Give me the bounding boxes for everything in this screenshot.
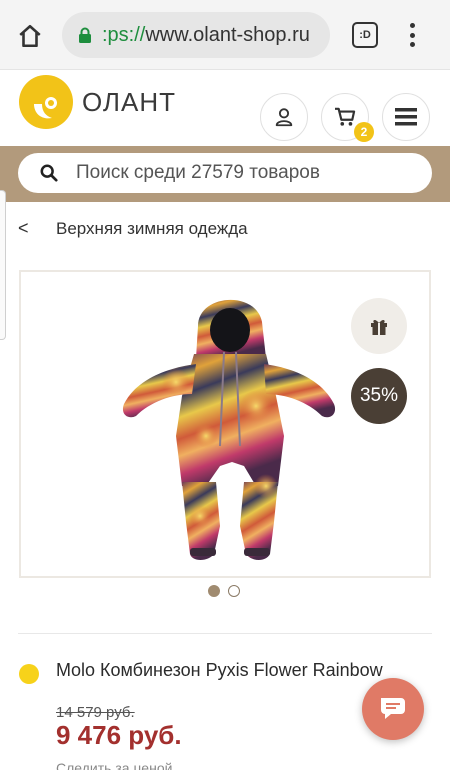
gift-icon	[371, 319, 387, 335]
url-scheme: :ps://	[102, 23, 146, 46]
url-text: :ps://www.olant-shop.ru	[102, 24, 310, 47]
chat-button[interactable]	[362, 678, 424, 740]
edge-handle[interactable]	[0, 190, 6, 340]
product-image[interactable]	[116, 286, 341, 568]
product-gallery[interactable]: 35%	[19, 270, 431, 578]
cart-icon	[335, 107, 356, 126]
page: :ps://www.olant-shop.ru :D ОЛАНТ 2 Поиск…	[0, 0, 450, 770]
watch-price-link[interactable]: Следить за ценой	[56, 760, 172, 770]
back-link[interactable]: <	[18, 218, 38, 239]
breadcrumb-category[interactable]: Верхняя зимняя одежда	[56, 219, 248, 239]
tab-switcher-button[interactable]: :D	[352, 22, 378, 48]
gallery-dot[interactable]	[208, 585, 220, 597]
search-box[interactable]	[18, 153, 432, 193]
account-button[interactable]	[260, 93, 308, 141]
search-icon[interactable]	[40, 164, 58, 182]
logo-text: ОЛАНТ	[82, 86, 176, 117]
search-input[interactable]	[76, 162, 396, 184]
search-band	[0, 146, 450, 202]
logo-mark-icon	[19, 75, 73, 129]
product-title: Molo Комбинезон Pyxis Flower Rainbow	[56, 660, 383, 680]
discount-badge: 35%	[351, 368, 407, 424]
old-price: 14 579 руб.	[56, 704, 135, 721]
current-price: 9 476 руб.	[56, 720, 182, 750]
gallery-dot[interactable]	[228, 585, 240, 597]
url-host: www.olant-shop.ru	[145, 23, 310, 46]
cart-button[interactable]: 2	[321, 93, 374, 142]
browser-menu-button[interactable]	[402, 20, 422, 50]
site-header: ОЛАНТ 2	[0, 70, 450, 146]
menu-dot	[409, 23, 415, 28]
gift-button[interactable]	[351, 298, 407, 354]
home-icon	[19, 24, 41, 48]
menu-button[interactable]	[382, 93, 430, 141]
menu-dot	[409, 32, 415, 38]
home-button[interactable]	[14, 20, 46, 52]
hamburger-icon	[395, 108, 417, 126]
chat-icon	[381, 698, 405, 719]
breadcrumb: < Верхняя зимняя одежда	[18, 218, 248, 239]
menu-dot	[409, 42, 415, 47]
address-bar[interactable]: :ps://www.olant-shop.ru	[62, 12, 330, 58]
gallery-pagination	[208, 585, 240, 597]
cart-count-badge: 2	[354, 122, 374, 142]
site-logo[interactable]: ОЛАНТ	[18, 74, 176, 130]
user-icon	[275, 108, 293, 127]
availability-indicator	[19, 664, 39, 684]
divider	[18, 633, 432, 634]
lock-icon	[78, 26, 94, 44]
browser-toolbar: :ps://www.olant-shop.ru :D	[0, 0, 450, 70]
